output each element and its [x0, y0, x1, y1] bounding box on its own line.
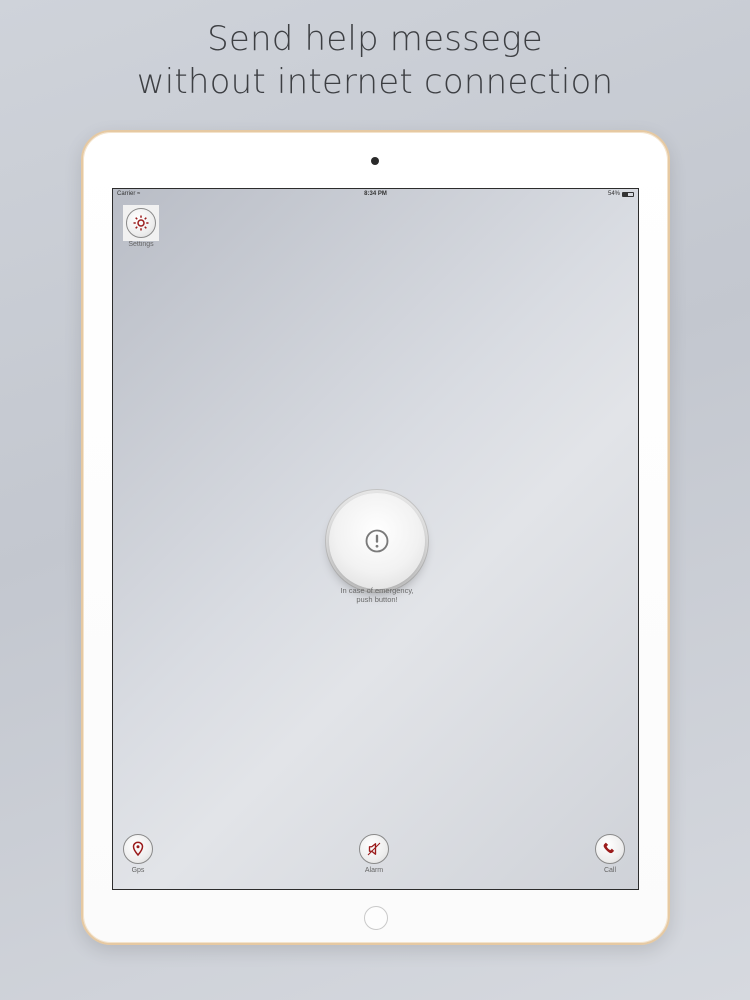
speaker-icon [367, 842, 381, 856]
call-circle [595, 834, 625, 864]
app-screen: Carrier ≈ 8:34 PM 54% Settings In case o… [112, 188, 639, 890]
location-pin-icon [132, 841, 144, 857]
headline-line-1: Send help messege [207, 19, 543, 59]
battery-percent: 54% [607, 191, 620, 197]
battery-fill [623, 192, 629, 196]
status-battery: 54% [608, 191, 634, 197]
camera-icon [371, 157, 379, 165]
alarm-label: Alarm [364, 867, 384, 874]
phone-icon [603, 842, 615, 854]
settings-button[interactable]: Settings [123, 205, 159, 248]
exclamation-icon [365, 529, 389, 553]
gear-icon [133, 215, 149, 231]
settings-label: Settings [128, 241, 154, 248]
tablet-device: Carrier ≈ 8:34 PM 54% Settings In case o… [81, 130, 670, 945]
settings-icon-wrap [123, 205, 159, 241]
gps-label: Gps [131, 867, 145, 874]
call-label: Call [603, 867, 617, 874]
status-bar: Carrier ≈ 8:34 PM 54% [113, 189, 638, 201]
emergency-button[interactable] [329, 493, 425, 589]
gps-button[interactable]: Gps [123, 834, 153, 874]
alarm-circle [359, 834, 389, 864]
call-button[interactable]: Call [595, 834, 625, 874]
alarm-button[interactable]: Alarm [359, 834, 389, 874]
emergency-instructions: In case of emergency, push button! [340, 586, 414, 604]
headline-line-2: without internet connection [136, 62, 614, 102]
battery-icon [622, 191, 634, 197]
gps-circle [123, 834, 153, 864]
home-button[interactable] [364, 906, 388, 930]
settings-circle [126, 208, 156, 238]
headline: Send help messege without internet conne… [0, 18, 750, 104]
status-time: 8:34 PM [364, 191, 387, 197]
